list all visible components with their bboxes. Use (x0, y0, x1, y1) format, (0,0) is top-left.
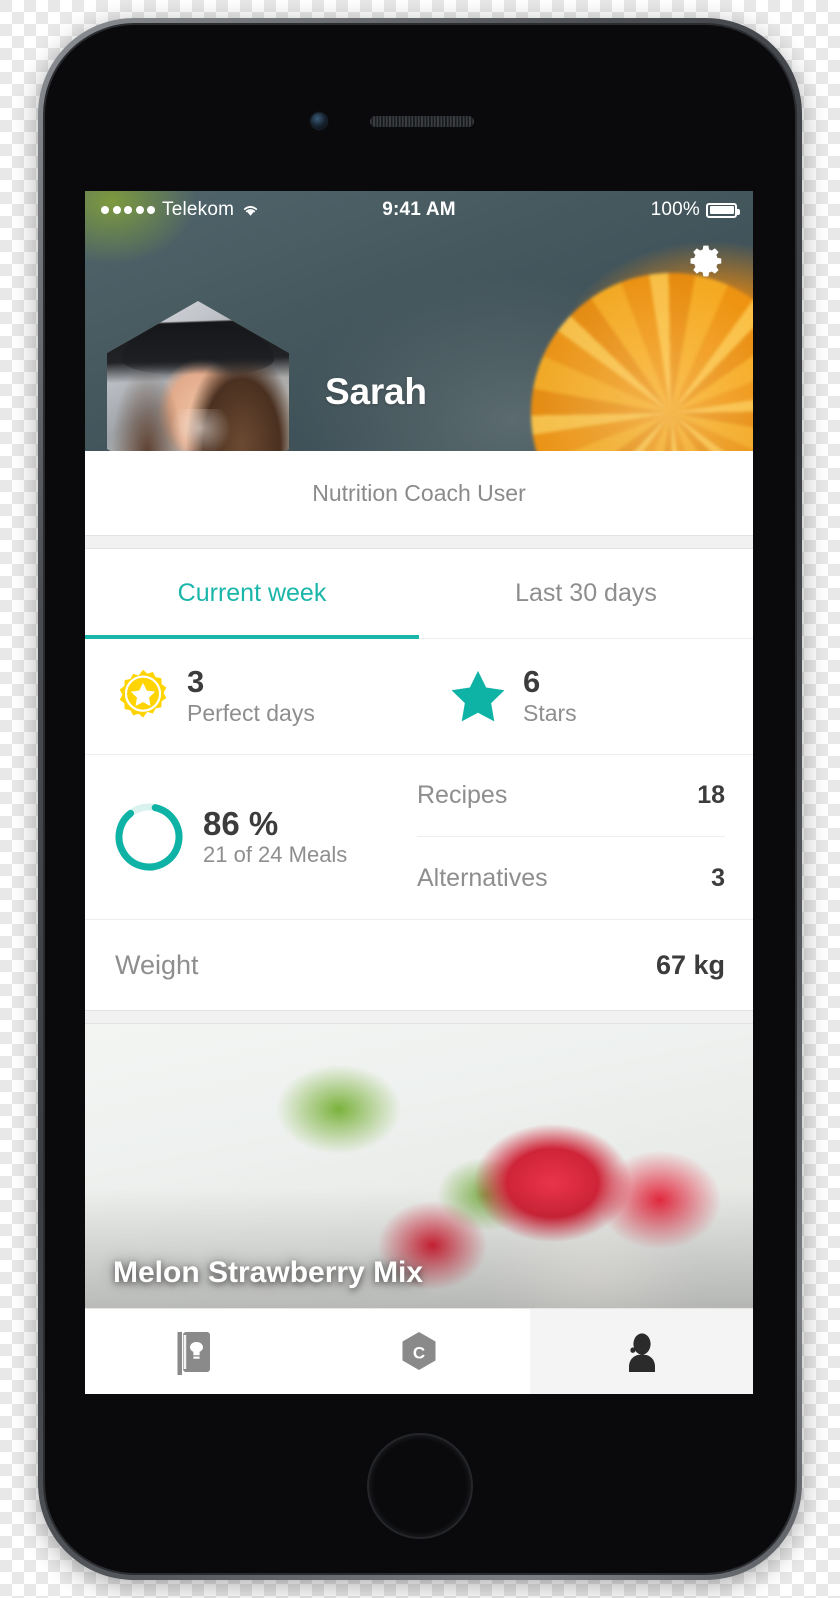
avatar-image (107, 301, 289, 451)
svg-text:C: C (413, 1343, 425, 1362)
stat-stars-text: 6 Stars (523, 663, 577, 727)
front-camera-icon (311, 113, 327, 129)
stats-row-bottom: 86 % 21 of 24 Meals Recipes 18 Alternati… (85, 755, 753, 920)
battery-percent-label: 100% (650, 199, 700, 220)
star-icon (451, 671, 505, 722)
user-role-label: Nutrition Coach User (85, 451, 753, 535)
progress-ring-icon (115, 803, 183, 871)
stat-alternatives-row[interactable]: Alternatives 3 (417, 837, 725, 919)
profile-header: Telekom 9:41 AM 100% Sarah (85, 191, 753, 451)
nav-item-coach[interactable]: C (308, 1309, 531, 1394)
stat-meals-percent: 86 % (203, 804, 279, 842)
stat-weight-key: Weight (115, 949, 199, 980)
stat-perfect-days-value: 3 (187, 663, 205, 699)
stat-meals-sublabel: 21 of 24 Meals (203, 842, 348, 868)
phone-screen: Telekom 9:41 AM 100% Sarah Nutrition Coa… (85, 191, 753, 1394)
user-avatar[interactable] (107, 301, 289, 451)
stat-alternatives-key: Alternatives (417, 863, 548, 892)
stat-stars[interactable]: 6 Stars (419, 663, 753, 727)
stats-card: 3 Perfect days 6 Stars 86 % 21 of 24 Mea… (85, 639, 753, 1010)
stats-row-top: 3 Perfect days 6 Stars (85, 639, 753, 755)
earpiece-speaker-icon (370, 116, 474, 127)
phone-bezel: Telekom 9:41 AM 100% Sarah Nutrition Coa… (43, 23, 797, 1575)
stat-meals-text: 86 % 21 of 24 Meals (203, 806, 347, 869)
stat-stars-value: 6 (523, 663, 541, 699)
status-bar-right: 100% (419, 199, 740, 221)
coach-hexagon-c-icon: C (402, 1331, 436, 1370)
period-tabs: Current week Last 30 days (85, 549, 753, 639)
recipe-title: Melon Strawberry Mix (113, 1256, 424, 1289)
tab-last-30-days-label: Last 30 days (515, 579, 657, 607)
nav-item-recipes[interactable] (85, 1309, 308, 1394)
user-name: Sarah (325, 371, 427, 412)
badge-star-icon (119, 670, 167, 719)
stat-weight-row[interactable]: Weight 67 kg (85, 920, 753, 1010)
stat-recipes-row[interactable]: Recipes 18 (417, 755, 725, 837)
recipe-book-icon (177, 1331, 211, 1375)
settings-button[interactable] (685, 239, 729, 283)
stat-recipes-value: 18 (697, 781, 725, 809)
bottom-navigation: C (85, 1308, 753, 1394)
stat-weight-value: 67 kg (655, 949, 725, 980)
recipe-image-overlay (85, 1188, 753, 1308)
stat-alternatives-value: 3 (711, 863, 725, 892)
stat-perfect-days-text: 3 Perfect days (187, 663, 315, 727)
phone-device: Telekom 9:41 AM 100% Sarah Nutrition Coa… (38, 18, 802, 1580)
battery-icon (706, 202, 740, 218)
tab-current-week-label: Current week (177, 579, 327, 607)
section-separator (85, 535, 753, 549)
person-icon (628, 1332, 655, 1372)
stat-perfect-days[interactable]: 3 Perfect days (85, 663, 419, 727)
tab-last-30-days[interactable]: Last 30 days (419, 549, 753, 639)
section-separator-2 (85, 1010, 753, 1024)
gear-icon (690, 245, 722, 277)
stat-recipes-key: Recipes (417, 781, 508, 809)
status-bar: Telekom 9:41 AM 100% (85, 191, 753, 229)
nav-item-profile[interactable] (530, 1309, 753, 1394)
home-button[interactable] (367, 1433, 473, 1539)
stat-meals[interactable]: 86 % 21 of 24 Meals (85, 755, 417, 919)
orange-slice-decor (531, 273, 753, 451)
stat-perfect-days-label: Perfect days (187, 699, 315, 726)
tab-current-week[interactable]: Current week (85, 549, 419, 639)
stat-stars-label: Stars (523, 699, 577, 726)
recipe-card[interactable]: Melon Strawberry Mix (85, 1024, 753, 1308)
stats-kv-list: Recipes 18 Alternatives 3 (417, 755, 753, 919)
